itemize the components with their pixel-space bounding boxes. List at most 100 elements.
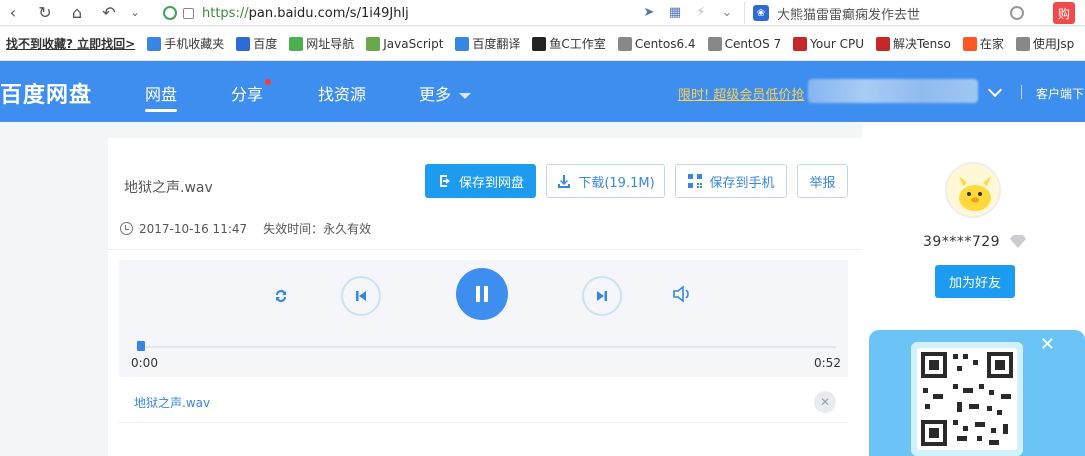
lightning-icon[interactable]: ⚡ — [692, 3, 710, 21]
bookmark-item[interactable]: 网址导航 — [283, 35, 360, 52]
browser-toolbar: ‹ ↻ ⌂ ↶ ⌄ https://pan.baidu.com/s/1i49Jh… — [0, 0, 1085, 26]
bookmarks-bar: 找不到收藏? 立即找回> 手机收藏夹 百度 网址导航 JavaScript 百度翻译 鱼C工… — [0, 27, 1085, 61]
playlist-item-name[interactable]: 地狱之声.wav — [134, 394, 210, 411]
save-to-netdisk-label: 保存到网盘 — [458, 175, 524, 191]
refresh-icon[interactable]: ↻ — [32, 0, 58, 26]
c-icon — [793, 36, 808, 51]
bookmark-label: Centos6.4 — [634, 36, 696, 51]
previous-button[interactable] — [341, 276, 381, 316]
chevron-down-icon[interactable]: ⌄ — [718, 3, 736, 21]
bookmark-item[interactable]: 百度 — [230, 35, 283, 52]
bookmark-label: 百度 — [253, 37, 278, 51]
expiry-text: 失效时间：永久有效 — [263, 222, 372, 236]
avatar[interactable] — [945, 162, 1001, 218]
chevron-down-icon[interactable] — [987, 82, 1003, 98]
rocket-icon[interactable]: ➤ — [640, 3, 658, 21]
skip-back-icon — [356, 291, 366, 301]
qr-code-icon — [921, 352, 1013, 446]
bookmark-item[interactable]: CentOS 7 — [702, 36, 788, 51]
tab-more-label: 更多 — [419, 85, 452, 104]
bookmark-item[interactable]: 鱼C工作室 — [526, 35, 611, 52]
add-friend-button[interactable]: 加为好友 — [935, 265, 1015, 298]
file-name: 地狱之声.wav — [124, 180, 213, 196]
bookmark-item[interactable]: 在家 — [957, 35, 1010, 52]
bookmark-label: CentOS 7 — [724, 36, 782, 51]
bookmark-item[interactable]: 手机收藏夹 — [141, 35, 230, 52]
save-to-netdisk-button[interactable]: 保存到网盘 — [425, 164, 536, 198]
chevron-down-icon[interactable]: ⌄ — [122, 0, 148, 26]
pause-icon — [476, 286, 488, 302]
diamond-icon — [1010, 235, 1026, 248]
tab-share-label: 分享 — [231, 85, 264, 104]
skip-forward-icon — [597, 291, 607, 301]
translate-icon — [455, 36, 470, 51]
hao-icon — [289, 36, 304, 51]
centos-icon — [617, 36, 632, 51]
save-icon — [439, 175, 450, 187]
save-to-phone-button[interactable]: 保存到手机 — [675, 164, 787, 198]
sharer-username: 39****729 — [923, 234, 1001, 250]
bookmark-label: 百度翻译 — [472, 37, 521, 51]
divider — [1021, 85, 1022, 99]
tab-more[interactable]: 更多 — [419, 81, 472, 105]
bookmark-recover-link[interactable]: 找不到收藏? 立即找回> — [0, 35, 141, 52]
progress-track[interactable] — [139, 346, 836, 348]
undo-icon[interactable]: ↶ — [96, 0, 122, 26]
close-icon[interactable]: ✕ — [814, 391, 836, 413]
promo-link[interactable]: 限时! 超级会员低价抢 — [678, 84, 804, 103]
playlist-item[interactable]: 地狱之声.wav ✕ — [119, 379, 848, 423]
tab-share[interactable]: 分享 — [231, 79, 272, 105]
file-share-card: 地狱之声.wav 保存到网盘 下载(19.1M) 保存到手机 举报 2017-1… — [108, 138, 862, 456]
save-to-phone-label: 保存到手机 — [709, 175, 775, 191]
bookmark-label: JavaScript — [383, 36, 444, 51]
bookmark-item[interactable]: JavaScript — [360, 36, 449, 51]
shield-icon — [163, 6, 177, 20]
sharer-profile-card: 39****729 加为好友 ✕ — [862, 122, 1085, 456]
user-menu[interactable] — [808, 79, 978, 103]
total-time: 0:52 — [814, 356, 841, 370]
qr-promo-card: ✕ — [869, 330, 1085, 456]
bookmark-item[interactable]: 百度翻译 — [449, 35, 526, 52]
bookmark-item[interactable]: Centos6.4 — [612, 36, 702, 51]
bookmark-label: Your CPU — [810, 36, 864, 51]
file-meta: 2017-10-16 11:47 失效时间：永久有效 — [120, 220, 371, 237]
bookmark-label: 在家 — [979, 37, 1004, 51]
back-icon[interactable]: ‹ — [0, 0, 26, 26]
bookmark-label: 网址导航 — [306, 37, 355, 51]
progress-handle[interactable] — [137, 341, 145, 351]
bookmark-label: 使用Jsp — [1032, 37, 1075, 51]
tab-find-resources[interactable]: 找资源 — [318, 81, 366, 105]
volume-icon[interactable] — [670, 282, 694, 306]
audio-player: 0:00 0:52 — [119, 260, 848, 377]
shop-button[interactable]: 购 — [1053, 2, 1075, 24]
pause-button[interactable] — [456, 268, 508, 320]
js-icon — [366, 36, 381, 51]
bookmark-item[interactable]: 使用Jsp — [1010, 35, 1080, 52]
share-date: 2017-10-16 11:47 — [139, 221, 248, 236]
download-button[interactable]: 下载(19.1M) — [546, 164, 665, 198]
site-header: 百度网盘 网盘 分享 找资源 更多 限时! 超级会员低价抢 客户端下 — [0, 61, 1085, 122]
tab-netdisk[interactable]: 网盘 — [145, 81, 178, 112]
centos-icon — [1015, 36, 1030, 51]
download-icon — [558, 175, 571, 188]
chevron-down-icon — [459, 92, 472, 99]
next-button[interactable] — [582, 276, 622, 316]
bookmark-item[interactable]: 解决Tenso — [870, 35, 957, 52]
fc-icon — [532, 36, 547, 51]
url-text: https://pan.baidu.com/s/1i49Jhlj — [202, 5, 409, 21]
bookmark-label: 解决Tenso — [893, 37, 951, 51]
qr-code-icon[interactable]: ▦ — [666, 3, 684, 21]
search-input[interactable]: ❀ 大熊猫雷雷癫痫发作去世 — [744, 2, 1034, 24]
search-icon[interactable] — [1010, 6, 1024, 20]
loop-icon[interactable] — [269, 284, 293, 308]
report-button[interactable]: 举报 — [797, 164, 848, 198]
site-logo[interactable]: 百度网盘 — [0, 77, 92, 109]
qr-code-image — [917, 348, 1017, 450]
c-icon — [876, 36, 890, 51]
close-icon[interactable]: ✕ — [1040, 334, 1055, 355]
home-icon[interactable]: ⌂ — [64, 0, 90, 26]
client-download-link[interactable]: 客户端下 — [1036, 85, 1084, 102]
bookmark-item[interactable]: Your CPU — [787, 36, 870, 51]
download-label: 下载(19.1M) — [578, 175, 655, 191]
bookmark-label: 手机收藏夹 — [164, 37, 225, 51]
